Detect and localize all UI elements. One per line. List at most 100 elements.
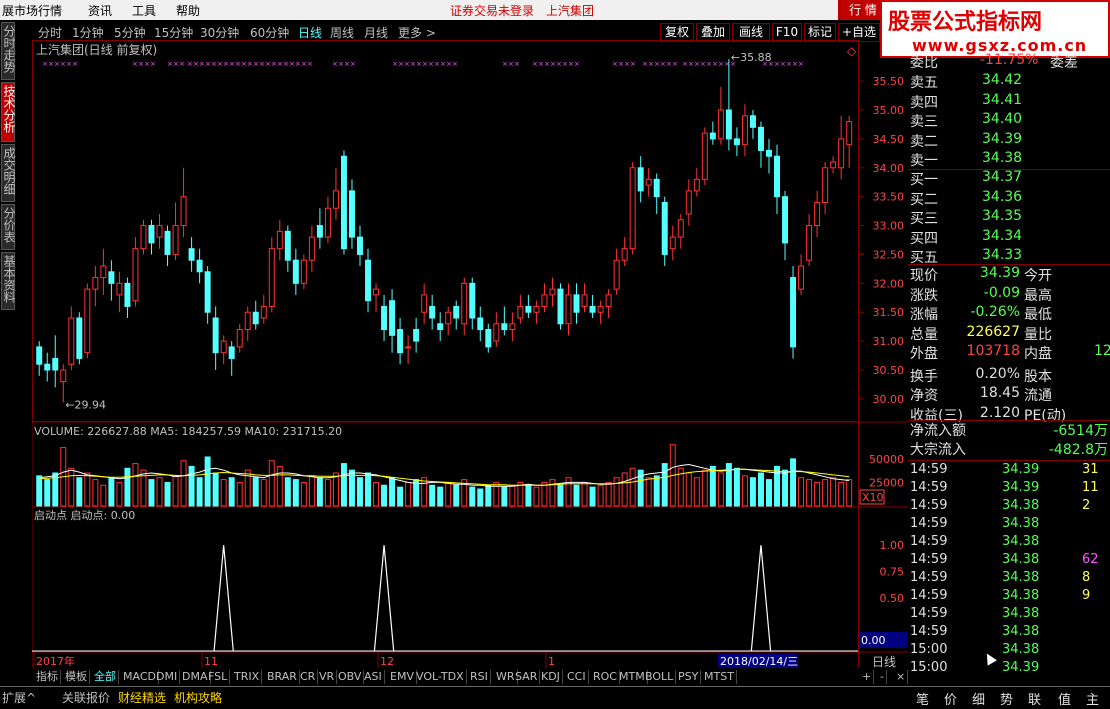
period-tab-5[interactable]: 60分钟	[250, 24, 289, 41]
main-chart-title: 上汽集团(日线 前复权)	[36, 42, 157, 57]
period-tab-6[interactable]: 日线	[298, 24, 322, 41]
menu-tools[interactable]: 工具	[132, 2, 156, 19]
buy-level-label: 买四	[910, 230, 938, 247]
indicator-tab-14[interactable]: VOL-TDX	[414, 670, 467, 684]
candle-body	[637, 167, 644, 192]
stat-value: 34.39	[979, 265, 1020, 281]
login-warning[interactable]: 证券交易未登录	[450, 2, 534, 19]
status-item-0[interactable]: 扩展^	[2, 689, 36, 706]
indicator-header: 启动点 启动点: 0.00	[34, 509, 135, 522]
indicator-tab-15[interactable]: RSI	[468, 670, 491, 684]
buy-level-price: 34.36	[982, 188, 1023, 205]
quote-bottom-tab-5[interactable]: 值	[1058, 689, 1071, 708]
volume-bar	[180, 460, 187, 507]
period-tab-3[interactable]: 15分钟	[154, 24, 193, 41]
indicator-tab-19[interactable]: CCI	[565, 670, 589, 684]
menu-market[interactable]: 展市场行情	[2, 2, 62, 19]
candle-body	[52, 357, 59, 371]
left-tab-3[interactable]: 分价表	[1, 204, 16, 250]
event-x-mark: ×	[66, 60, 72, 68]
event-x-mark: ×	[235, 60, 241, 68]
status-item-3[interactable]: 机构攻略	[174, 689, 222, 706]
stat-value: 226627	[966, 323, 1020, 340]
left-tab-4[interactable]: 基本资料	[1, 252, 16, 310]
candle-body	[84, 288, 91, 354]
period-tab-1[interactable]: 1分钟	[72, 24, 104, 41]
indicator-tab-bar: 指标 模板 全部 MACD DMI DMA FSL TRIX BRAR CR VR OBV ASI EMV…	[32, 669, 909, 685]
quote-bottom-tab-6[interactable]: 主	[1086, 689, 1099, 708]
volume-bar	[573, 484, 580, 507]
candle-body	[597, 305, 604, 313]
indicator-tab-6[interactable]: FSL	[206, 670, 231, 684]
indicator-tab-9[interactable]: CR	[298, 670, 319, 684]
flow-label: 大宗流入	[910, 442, 966, 458]
volume-bar	[525, 484, 532, 507]
event-x-mark: ×	[700, 60, 706, 68]
indicator-tab-23[interactable]: PSY	[676, 670, 702, 684]
event-x-mark: ×	[193, 60, 199, 68]
event-x-mark: ×	[199, 60, 205, 68]
indicator-tab-20[interactable]: ROC	[591, 670, 620, 684]
indicator-tab-4[interactable]: DMI	[154, 670, 181, 684]
candle-body	[645, 178, 652, 186]
sell-level-label: 卖二	[910, 133, 938, 150]
price-tick-label: 32.50	[873, 248, 905, 261]
quote-bottom-tab-1[interactable]: 价	[944, 689, 957, 708]
indicator-tab-8[interactable]: BRAR	[265, 670, 300, 684]
left-tab-0[interactable]: 分时走势	[1, 22, 16, 80]
indicator-tab-11[interactable]: OBV	[336, 670, 365, 684]
status-item-1[interactable]: 关联报价	[62, 689, 110, 706]
indicator-tab-22[interactable]: BOLL	[643, 670, 677, 684]
diamond-icon[interactable]: ◇	[847, 44, 857, 58]
period-tab-4[interactable]: 30分钟	[200, 24, 239, 41]
left-tab-2[interactable]: 成交明细	[1, 144, 16, 202]
period-tab-2[interactable]: 5分钟	[114, 24, 146, 41]
quote-bottom-tab-3[interactable]: 势	[1000, 689, 1013, 708]
status-item-2[interactable]: 财经精选	[118, 689, 166, 706]
tick-time: 14:59	[910, 570, 948, 585]
quote-bottom-tab-2[interactable]: 细	[972, 689, 985, 708]
indicator-tab-18[interactable]: KDJ	[539, 670, 563, 684]
event-x-mark: ×	[630, 60, 636, 68]
period-tab-7[interactable]: 周线	[330, 24, 354, 41]
chart-area[interactable]: 上汽集团(日线 前复权) ◇ 35.50 35.00 34.50 34.00 33.50 33…	[32, 40, 908, 668]
indicator-tab-0[interactable]: 指标	[34, 670, 61, 684]
volume-bar	[100, 484, 107, 507]
event-x-mark: ×	[271, 60, 277, 68]
menu-news[interactable]: 资讯	[88, 2, 112, 19]
tick-time: 14:59	[910, 462, 948, 477]
zoom-out-button[interactable]: -	[878, 670, 887, 684]
quote-bottom-tab-4[interactable]: 联	[1028, 689, 1041, 708]
left-tab-1[interactable]: 技术分析	[1, 82, 16, 142]
indicator-tab-17[interactable]: SAR	[513, 670, 541, 684]
period-tab-8[interactable]: 月线	[364, 24, 388, 41]
candle-body	[437, 323, 444, 331]
indicator-tab-12[interactable]: ASI	[362, 670, 385, 684]
candle-body	[357, 236, 363, 255]
cursor-date: 2018/02/14/三	[720, 655, 798, 668]
candle-body	[389, 300, 396, 336]
menu-help[interactable]: 帮助	[176, 2, 200, 19]
event-x-mark: ×	[54, 60, 60, 68]
sell-level-label: 卖三	[910, 114, 938, 130]
indicator-tab-7[interactable]: TRIX	[232, 670, 263, 684]
volume-tick-label: 25000	[869, 476, 904, 489]
quote-bottom-tab-0[interactable]: 笔	[916, 689, 929, 708]
candle-body	[348, 190, 355, 238]
indicator-tab-2[interactable]: 全部	[92, 670, 119, 684]
indicator-tab-24[interactable]: MTST	[702, 670, 737, 684]
stat-value: -0.09	[983, 284, 1020, 301]
volume-bar	[806, 479, 813, 507]
tick-time: 14:59	[910, 552, 948, 567]
indicator-tab-1[interactable]: 模板	[63, 670, 90, 684]
stat-label: 外盘	[910, 346, 938, 362]
price-tick-label: 32.00	[873, 277, 905, 290]
indicator-tab-13[interactable]: EMV	[388, 670, 417, 684]
close-icon[interactable]: ×	[894, 670, 909, 684]
indicator-tab-10[interactable]: VR	[317, 670, 338, 684]
period-tab-9[interactable]: 更多 >	[398, 24, 436, 41]
period-tab-0[interactable]: 分时	[38, 24, 62, 41]
zoom-in-button[interactable]: +	[860, 670, 875, 684]
period-label[interactable]: 日线	[872, 655, 896, 668]
status-bar: 扩展^ 关联报价 财经精选 机构攻略 笔价细势联值主	[0, 686, 1110, 709]
